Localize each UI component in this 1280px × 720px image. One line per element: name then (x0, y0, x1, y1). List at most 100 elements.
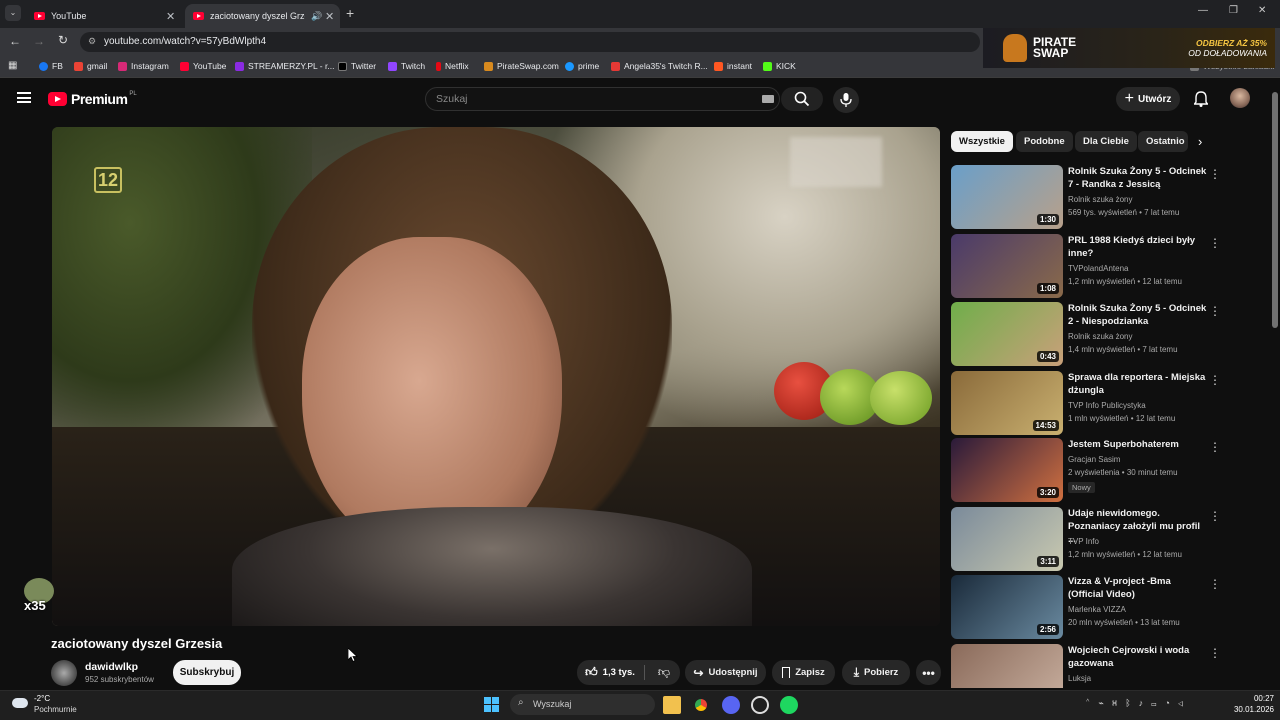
scrollbar-thumb[interactable] (1272, 92, 1278, 328)
video-thumbnail[interactable]: 2:56 (951, 575, 1063, 639)
channel-name[interactable]: dawidwlkp (85, 661, 138, 673)
monitor-icon[interactable]: ▭ (1151, 698, 1164, 708)
recommendation-title[interactable]: Vizza & V-project -Bma (Official Video) (1068, 575, 1208, 601)
speaker-icon[interactable]: 🔊 (311, 11, 322, 22)
like-button[interactable]: 👍︎ 1,3 tys. (577, 660, 643, 685)
network-icon[interactable]: ⌁ (1098, 698, 1111, 708)
recommendation-title[interactable]: Sprawa dla reportera - Miejska dżungla (1068, 371, 1208, 397)
chip-all[interactable]: Wszystkie (951, 131, 1013, 152)
apps-grid-icon[interactable]: ▦ (8, 60, 17, 71)
bookmark-pirateswap[interactable]: PirateSwap.com (484, 61, 559, 71)
bookmark-youtube[interactable]: YouTube (180, 61, 226, 71)
subscribe-button[interactable]: Subskrybuj (173, 660, 241, 685)
dislike-button[interactable]: 👎︎ (648, 660, 680, 685)
tab-search-button[interactable]: ⌄ (5, 5, 21, 21)
recommendation-title[interactable]: Jestem Superbohaterem (1068, 438, 1208, 451)
search-input[interactable]: Szukaj (425, 87, 780, 111)
recommendation-item[interactable]: 0:43 Rolnik Szuka Żony 5 - Odcinek 2 - Ni… (951, 302, 1221, 366)
more-vertical-icon[interactable]: ⋮ (1209, 577, 1221, 591)
bookmark-gmail[interactable]: gmail (74, 61, 107, 71)
bookmark-netflix[interactable]: Netflix (436, 61, 469, 71)
chevron-right-icon[interactable]: › (1198, 134, 1202, 149)
more-vertical-icon[interactable]: ⋮ (1209, 646, 1221, 660)
chip-related[interactable]: Podobne (1016, 131, 1073, 152)
search-button[interactable] (781, 87, 823, 111)
weather-widget[interactable]: -2°C Pochmurnie (10, 692, 90, 718)
video-thumbnail[interactable]: 14:53 (951, 371, 1063, 435)
site-info-icon[interactable]: ⚙ (88, 36, 96, 47)
recommendation-item[interactable]: 2:56 Vizza & V-project -Bma (Official Vid… (951, 575, 1221, 639)
hamburger-menu-icon[interactable] (17, 92, 31, 103)
bookmark-instant[interactable]: instant (714, 61, 752, 71)
video-thumbnail[interactable]: 3:20 (951, 438, 1063, 502)
recommendation-channel[interactable]: Luksja (1068, 674, 1091, 683)
controller-icon[interactable]: ⌘ (1112, 698, 1125, 708)
file-explorer-icon[interactable] (663, 696, 681, 714)
recommendation-channel[interactable]: TVPolandAntena (1068, 264, 1129, 273)
chrome-icon[interactable] (692, 696, 710, 714)
taskbar-search-input[interactable]: ⌕ Wyszukaj (510, 694, 655, 715)
recommendation-channel[interactable]: Marlenka VIZZA (1068, 605, 1126, 614)
more-vertical-icon[interactable]: ⋮ (1209, 236, 1221, 250)
recommendation-item[interactable]: 3:20 Jestem Superbohaterem Gracjan Sasim 2 … (951, 438, 1221, 502)
create-button[interactable]: + Utwórz (1116, 87, 1180, 111)
spotify-icon[interactable] (780, 696, 798, 714)
microphone-icon[interactable]: ♪ (1139, 698, 1152, 708)
voice-search-button[interactable] (833, 87, 859, 113)
recommendation-item[interactable]: 3:11 Udaje niewidomego. Poznaniacy założy… (951, 507, 1221, 571)
bluetooth-icon[interactable]: ᛒ (1125, 698, 1138, 708)
close-icon[interactable]: ✕ (325, 10, 334, 23)
recommendation-channel[interactable]: Rolnik szuka żony (1068, 332, 1132, 341)
address-bar[interactable]: ⚙ youtube.com/watch?v=57yBdWlpth4 (80, 32, 980, 52)
recommendation-title[interactable]: Wojciech Cejrowski i woda gazowana (1068, 644, 1208, 670)
pirateswap-ad-banner[interactable]: PIRATE SWAP ODBIERZ AŻ 35% OD DOŁADOWANI… (983, 28, 1275, 68)
recommendation-item[interactable]: 1:30 Rolnik Szuka Żony 5 - Odcinek 7 - Ra… (951, 165, 1221, 229)
recommendation-title[interactable]: Rolnik Szuka Żony 5 - Odcinek 7 - Randka… (1068, 165, 1208, 191)
video-thumbnail[interactable]: 3:11 (951, 507, 1063, 571)
bookmark-streamerzy[interactable]: STREAMERZY.PL - r... (235, 61, 334, 71)
notifications-bell-icon[interactable] (1194, 91, 1208, 107)
recommendation-title[interactable]: Rolnik Szuka Żony 5 - Odcinek 2 - Niespo… (1068, 302, 1208, 328)
video-player[interactable]: 12 (52, 127, 940, 626)
recommendation-item[interactable]: Wojciech Cejrowski i woda gazowana Luksja… (951, 644, 1221, 688)
reload-icon[interactable]: ↻ (58, 33, 68, 47)
forward-icon[interactable]: → (33, 34, 45, 48)
minimize-button[interactable]: — (1198, 5, 1208, 16)
tab-current-video[interactable]: zaciotowany dyszel Grzesia 🔊 ✕ (185, 4, 340, 28)
chip-for-you[interactable]: Dla Ciebie (1075, 131, 1137, 152)
download-button[interactable]: ⤓ Pobierz (842, 660, 910, 685)
recommendation-item[interactable]: 14:53 Sprawa dla reportera - Miejska dżun… (951, 371, 1221, 435)
more-vertical-icon[interactable]: ⋮ (1209, 373, 1221, 387)
bookmark-twitter[interactable]: Twitter (338, 61, 376, 71)
close-icon[interactable]: ✕ (166, 10, 175, 23)
recommendation-item[interactable]: 1:08 PRL 1988 Kiedyś dzieci były inne? TVP… (951, 234, 1221, 298)
maximize-button[interactable]: ❐ (1229, 5, 1238, 16)
bookmark-angela35[interactable]: Angela35's Twitch R... (611, 61, 708, 71)
chip-recent[interactable]: Ostatnio (1138, 131, 1188, 152)
chevron-up-icon[interactable]: ⌃ (1085, 698, 1098, 708)
steam-icon[interactable] (751, 696, 769, 714)
more-vertical-icon[interactable]: ⋮ (1209, 440, 1221, 454)
youtube-logo[interactable]: Premium PL (48, 91, 137, 107)
channel-avatar[interactable] (51, 660, 77, 686)
back-icon[interactable]: ← (9, 34, 21, 48)
discord-icon[interactable] (722, 696, 740, 714)
video-thumbnail[interactable]: 1:30 (951, 165, 1063, 229)
recommendation-channel[interactable]: Rolnik szuka żony (1068, 195, 1132, 204)
tab-youtube[interactable]: YouTube ✕ (26, 4, 181, 28)
share-button[interactable]: ↪ Udostępnij (685, 660, 766, 685)
more-vertical-icon[interactable]: ⋮ (1209, 304, 1221, 318)
recommendation-channel[interactable]: TVP Info Publicystyka (1068, 401, 1146, 410)
avatar[interactable] (1230, 88, 1250, 108)
video-thumbnail[interactable]: 0:43 (951, 302, 1063, 366)
bookmark-twitch[interactable]: Twitch (388, 61, 425, 71)
wifi-icon[interactable]: ◔ (1165, 698, 1178, 708)
bookmark-instagram[interactable]: Instagram (118, 61, 169, 71)
clock[interactable]: 00:27 30.01.2026 (1226, 693, 1274, 715)
save-button[interactable]: Zapisz (772, 660, 835, 685)
system-tray[interactable]: ⌃⌁⌘ᛒ♪▭◔◁ (1085, 698, 1191, 709)
recommendation-channel[interactable]: TVP Info (1068, 537, 1099, 546)
bookmark-fb[interactable]: FB (39, 61, 63, 71)
video-thumbnail[interactable] (951, 644, 1063, 688)
volume-icon[interactable]: ◁ (1178, 698, 1191, 708)
